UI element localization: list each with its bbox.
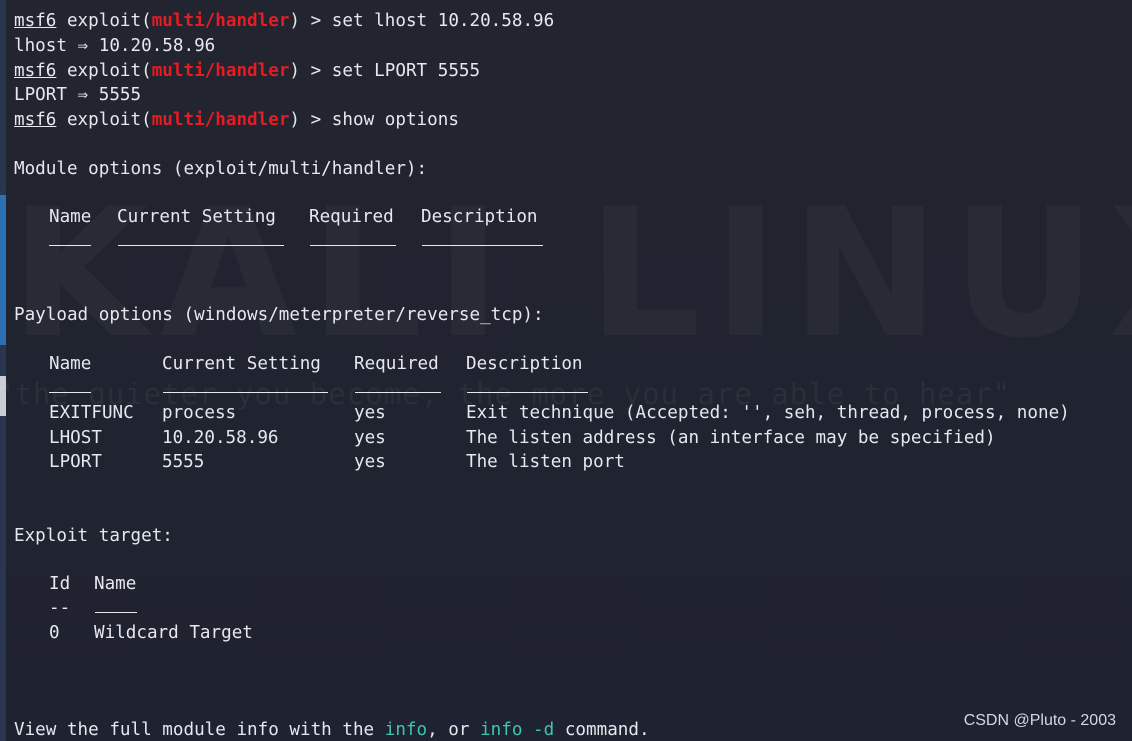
left-edge-light-strip [0,376,6,416]
exploit-label: exploit( [56,61,152,81]
module-header-description: Description [421,207,538,227]
payload-row-setting: 10.20.58.96 [162,428,279,448]
module-header-setting: Current Setting [117,207,276,227]
target-id-underline: -- [49,598,71,618]
payload-header-name: Name [49,354,92,374]
underline-description [422,244,543,246]
msf-prompt: msf6 [14,11,57,31]
module-header-required: Required [309,207,394,227]
output-line-1: lhost ⇒ 10.20.58.96 [14,36,216,56]
exploit-label: exploit( [56,110,152,130]
terminal-window[interactable]: KALI LINUX "the quieter you become, the … [0,0,1132,741]
underline-setting [163,391,328,393]
command-text: set LPORT 5555 [331,61,481,81]
module-name: multi/handler [151,110,290,130]
underline-setting [118,244,284,246]
payload-row-description: Exit technique (Accepted: '', seh, threa… [466,403,1070,423]
payload-row-name: LPORT [49,452,102,472]
target-row-name: Wildcard Target [94,623,253,643]
kali-watermark: KALI LINUX [10,170,1132,377]
module-header-underline [118,229,284,253]
underline-name [49,391,91,393]
payload-row-description: The listen port [466,452,625,472]
command-text: show options [331,110,459,130]
payload-row-setting: 5555 [162,452,205,472]
payload-row-required: yes [354,452,386,472]
target-header-id: Id [49,574,71,594]
prompt-arrow: ) > [289,61,332,81]
module-name: multi/handler [151,61,290,81]
payload-row-description: The listen address (an interface may be … [466,428,996,448]
hint-suffix: command. [554,720,650,740]
command-line-1: msf6 exploit(multi/handler) > set lhost … [14,9,554,33]
module-header-underline [422,229,543,253]
payload-header-description: Description [466,354,583,374]
target-row-id: 0 [49,623,60,643]
msf-prompt: msf6 [14,61,57,81]
payload-header-required: Required [354,354,439,374]
left-window-edge [0,0,6,741]
module-options-heading: Module options (exploit/multi/handler): [14,159,428,179]
payload-row-setting: process [162,403,237,423]
payload-row-required: yes [354,403,386,423]
module-header-underline [310,229,396,253]
command-text: set lhost 10.20.58.96 [331,11,555,31]
exploit-target-heading: Exploit target: [14,526,173,546]
payload-header-underline [467,376,588,400]
payload-options-heading: Payload options (windows/meterpreter/rev… [14,305,544,325]
payload-header-underline [49,376,91,400]
hint-prefix: View the full module info with the [14,720,385,740]
underline-required [355,391,441,393]
hint-middle: , or [427,720,481,740]
payload-header-setting: Current Setting [162,354,321,374]
target-header-underline [95,596,137,620]
exploit-label: exploit( [56,11,152,31]
output-line-2: LPORT ⇒ 5555 [14,85,142,105]
module-name: multi/handler [151,11,290,31]
underline-description [467,391,588,393]
module-header-underline [49,229,91,253]
target-header-name: Name [94,574,137,594]
payload-header-underline [355,376,441,400]
payload-header-underline [163,376,328,400]
payload-row-name: LHOST [49,428,102,448]
module-header-name: Name [49,207,92,227]
command-line-2: msf6 exploit(multi/handler) > set LPORT … [14,59,480,83]
payload-row-name: EXITFUNC [49,403,134,423]
prompt-arrow: ) > [289,110,332,130]
prompt-arrow: ) > [289,11,332,31]
command-line-3: msf6 exploit(multi/handler) > show optio… [14,108,459,132]
underline-name [95,611,137,613]
module-info-hint: View the full module info with the info,… [14,718,650,741]
info-command-link[interactable]: info [385,720,427,740]
info-d-command-link[interactable]: info -d [480,720,554,740]
msf-prompt: msf6 [14,110,57,130]
underline-required [310,244,396,246]
underline-name [49,244,91,246]
left-edge-blue-strip [0,195,6,345]
payload-row-required: yes [354,428,386,448]
csdn-credit-watermark: CSDN @Pluto - 2003 [963,712,1116,729]
